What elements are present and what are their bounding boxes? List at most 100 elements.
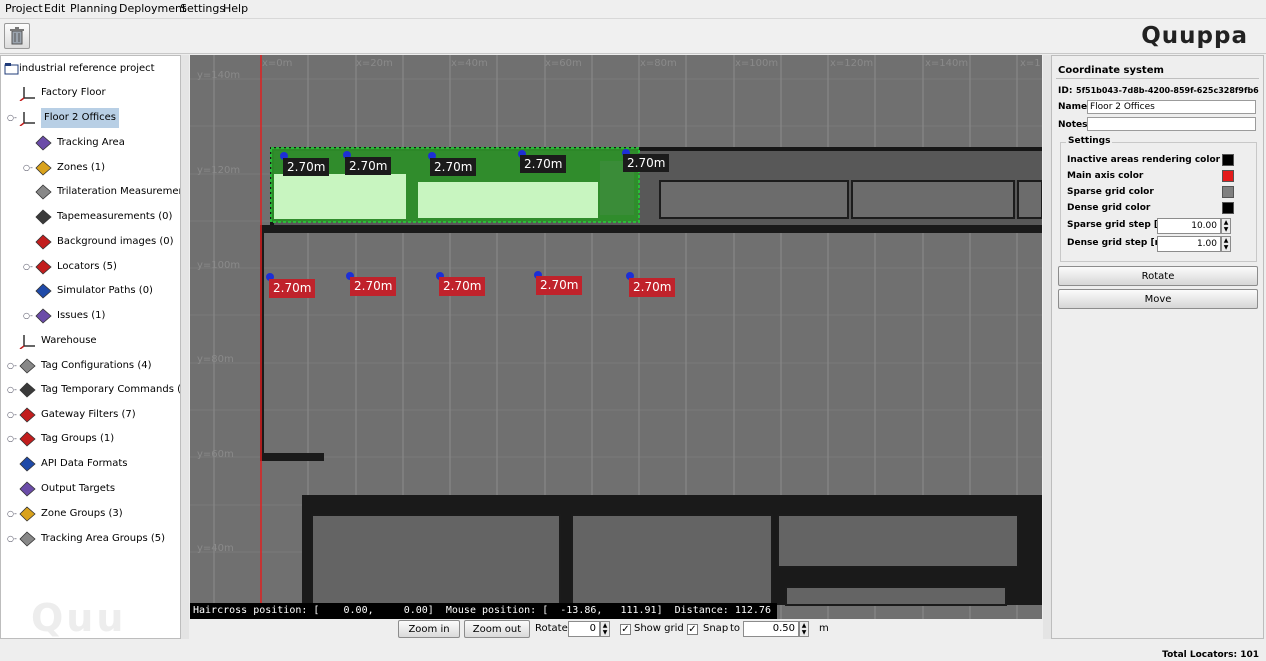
settings-group: Settings Inactive areas rendering color …: [1060, 136, 1257, 262]
sparse-grid-color-label: Sparse grid color: [1067, 187, 1154, 197]
locator-height-label[interactable]: 2.70m: [623, 154, 670, 172]
locator-height-label[interactable]: 2.70m: [345, 157, 392, 175]
snap-unit-label: m: [819, 623, 829, 634]
delete-button[interactable]: [4, 23, 30, 49]
lower-building-walls: [302, 495, 1042, 606]
tree-item-label: Tag Configurations (4): [41, 360, 152, 371]
show-grid-checkbox[interactable]: ✓: [620, 624, 631, 635]
snap-to-label: to: [730, 623, 741, 634]
snap-step-input[interactable]: 0.50: [743, 621, 799, 637]
expand-toggle-icon[interactable]: ○-: [23, 306, 33, 326]
dense-grid-color-swatch[interactable]: [1222, 202, 1234, 214]
tag-config-icon: [19, 358, 36, 374]
y-axis-label: y=80m: [197, 354, 234, 365]
id-label: ID:: [1058, 86, 1073, 96]
menu-planning[interactable]: Planning: [70, 2, 117, 15]
x-axis-label: x=140m: [925, 58, 969, 69]
locator-height-label-red[interactable]: 2.70m: [269, 279, 316, 298]
right-splitter[interactable]: [1043, 55, 1051, 639]
locator-height-label-red[interactable]: 2.70m: [536, 276, 583, 295]
quuppa-watermark: Quuppa: [31, 596, 127, 639]
properties-panel: Coordinate system ID: 5f51b043-7d8b-4200…: [1051, 55, 1264, 639]
expand-toggle-icon[interactable]: ○-: [7, 429, 17, 449]
zone-group-icon: [19, 506, 36, 522]
y-axis-label: y=100m: [197, 260, 241, 271]
expand-toggle-icon[interactable]: ○-: [7, 108, 17, 128]
sparse-grid-step-stepper[interactable]: ▲ ▼: [1221, 218, 1231, 234]
zoom-in-button[interactable]: Zoom in: [398, 620, 460, 638]
tree-item-label: Tag Temporary Commands (2): [41, 384, 181, 395]
rotate-label: Rotate:: [535, 623, 572, 634]
rotate-button[interactable]: Rotate: [1058, 266, 1258, 286]
locator-height-label[interactable]: 2.70m: [283, 158, 330, 176]
id-value: 5f51b043-7d8b-4200-859f-625c328f9fb6: [1076, 86, 1259, 95]
trilateration-icon: [35, 184, 52, 200]
main-axis-color-label: Main axis color: [1067, 171, 1144, 181]
inactive-color-swatch[interactable]: [1222, 154, 1234, 166]
expand-toggle-icon[interactable]: ○-: [7, 504, 17, 524]
menu-deployment[interactable]: Deployment: [119, 2, 186, 15]
project-tree[interactable]: industrial reference project Factory Flo…: [0, 55, 181, 639]
x-axis-label: x=40m: [451, 58, 488, 69]
tree-item-label: Zone Groups (3): [41, 508, 123, 519]
total-locators-status: Total Locators: 101: [1162, 650, 1259, 660]
tape-measure-icon: [35, 209, 52, 225]
name-label: Name:: [1058, 102, 1091, 112]
dense-grid-color-label: Dense grid color: [1067, 203, 1151, 213]
tree-item-label: Zones (1): [57, 162, 106, 173]
sparse-grid-step-label: Sparse grid step [m]: [1067, 220, 1172, 230]
expand-toggle-icon[interactable]: ○-: [7, 405, 17, 425]
rotate-stepper[interactable]: ▲ ▼: [600, 621, 610, 637]
move-button[interactable]: Move: [1058, 289, 1258, 309]
snap-checkbox[interactable]: ✓: [687, 624, 698, 635]
expand-toggle-icon[interactable]: ○-: [7, 529, 17, 549]
main-axis-color-swatch[interactable]: [1222, 170, 1234, 182]
expand-toggle-icon[interactable]: ○-: [23, 257, 33, 277]
name-field[interactable]: Floor 2 Offices: [1087, 100, 1256, 114]
tree-root-label: industrial reference project: [19, 63, 155, 74]
tree-item-label: Tag Groups (1): [41, 433, 115, 444]
axis-icon: [19, 335, 35, 349]
menu-help[interactable]: Help: [223, 2, 248, 15]
dense-grid-step-input[interactable]: 1.00: [1157, 236, 1221, 252]
locator-height-label-red[interactable]: 2.70m: [350, 277, 397, 296]
locator-height-label[interactable]: 2.70m: [520, 155, 567, 173]
quuppa-logo: Quuppa: [1141, 23, 1248, 49]
locator-icon: [35, 259, 52, 275]
x-axis-label: x=1: [1020, 58, 1041, 69]
tracking-area-icon: [35, 135, 52, 151]
notes-field[interactable]: [1087, 117, 1256, 131]
tree-item-label: Tapemeasurements (0): [57, 211, 173, 222]
left-splitter[interactable]: [181, 55, 189, 639]
zone-icon: [35, 160, 52, 176]
expand-toggle-icon[interactable]: ○-: [23, 158, 33, 178]
api-format-icon: [19, 456, 36, 472]
inactive-color-label: Inactive areas rendering color: [1067, 155, 1221, 165]
background-image-icon: [35, 234, 52, 250]
locator-height-label-red[interactable]: 2.70m: [629, 278, 676, 297]
sparse-grid-step-input[interactable]: 10.00: [1157, 218, 1221, 234]
panel-title: Coordinate system: [1058, 65, 1164, 76]
tree-item-label: Background images (0): [57, 236, 174, 247]
x-axis-label: x=80m: [640, 58, 677, 69]
sparse-grid-color-swatch[interactable]: [1222, 186, 1234, 198]
locator-height-label[interactable]: 2.70m: [430, 158, 477, 176]
expand-toggle-icon[interactable]: ○-: [7, 356, 17, 376]
tree-item-label: Simulator Paths (0): [57, 285, 153, 296]
tree-item-label: Warehouse: [41, 335, 97, 346]
menu-edit[interactable]: Edit: [44, 2, 65, 15]
menu-settings[interactable]: Settings: [180, 2, 225, 15]
expand-toggle-icon[interactable]: ○-: [7, 380, 17, 400]
locator-height-label-red[interactable]: 2.70m: [439, 277, 486, 296]
menu-project[interactable]: Project: [5, 2, 43, 15]
toolbar: Quuppa: [0, 19, 1266, 54]
output-target-icon: [19, 481, 36, 497]
x-axis-label: x=100m: [735, 58, 779, 69]
floor-plan-canvas[interactable]: x=0m x=20m x=40m x=60m x=80m x=100m x=12…: [190, 55, 1042, 619]
zoom-out-button[interactable]: Zoom out: [464, 620, 530, 638]
dense-grid-step-stepper[interactable]: ▲ ▼: [1221, 236, 1231, 252]
x-axis-label: x=60m: [545, 58, 582, 69]
snap-step-stepper[interactable]: ▲ ▼: [799, 621, 809, 637]
rotate-input[interactable]: 0: [568, 621, 600, 637]
y-axis-label: y=140m: [197, 70, 241, 81]
